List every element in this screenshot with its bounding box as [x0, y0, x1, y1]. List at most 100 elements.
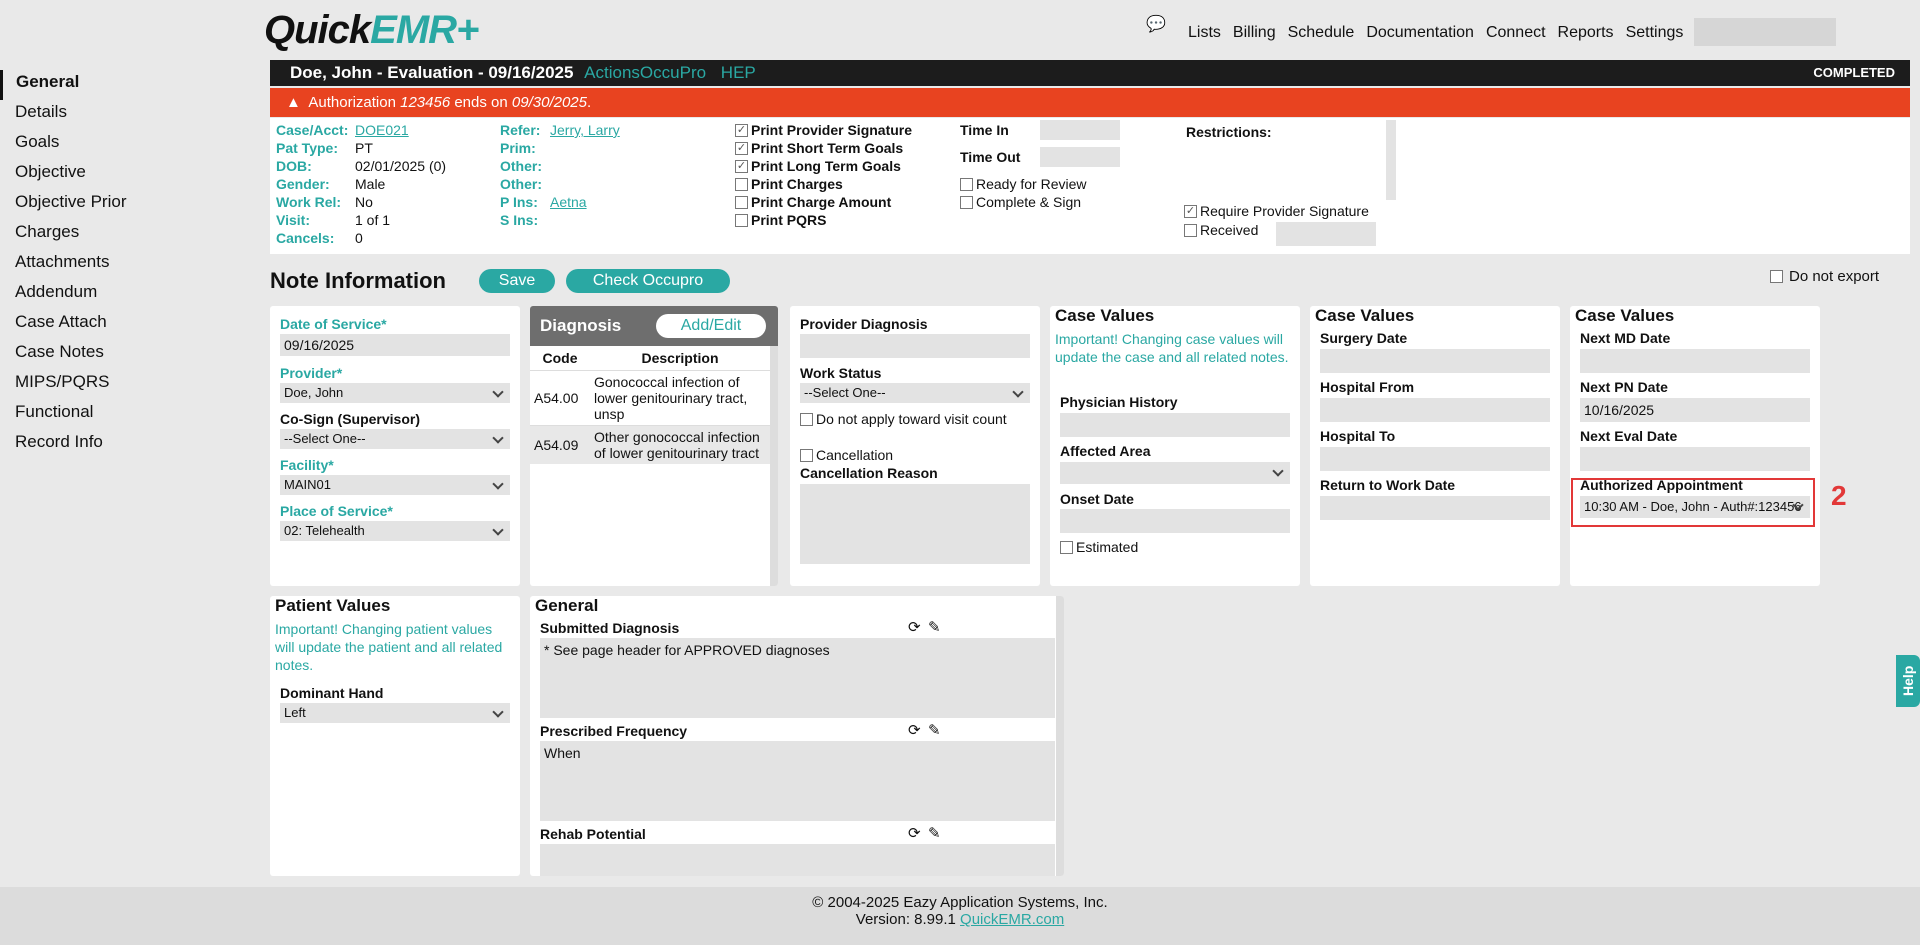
general-section-card: General Submitted Diagnosis ⟳ ✎ * See pa…	[530, 596, 1064, 876]
time-in-label: Time In	[960, 122, 1009, 138]
dob-value: 02/01/2025 (0)	[355, 158, 447, 174]
ready-review-checkbox[interactable]: Ready for Review	[960, 176, 1087, 192]
received-date-input[interactable]	[1276, 222, 1376, 246]
sidebar-item-addendum[interactable]: Addendum	[0, 280, 230, 310]
nav-settings[interactable]: Settings	[1626, 24, 1684, 42]
print-provider-sig-checkbox[interactable]: ✓ Print Provider Signature	[735, 122, 912, 138]
restrictions-scrollbar[interactable]	[1386, 120, 1396, 200]
do-not-export-checkbox[interactable]: Do not export	[1770, 268, 1879, 285]
nav-connect[interactable]: Connect	[1486, 24, 1546, 42]
save-button[interactable]: Save	[479, 269, 555, 293]
pos-select[interactable]: 02: Telehealth	[280, 521, 510, 541]
provider-diag-label: Provider Diagnosis	[800, 316, 928, 332]
actions-link[interactable]: Actions	[584, 63, 640, 82]
hep-link[interactable]: HEP	[721, 63, 756, 82]
cosign-select[interactable]: --Select One--	[280, 429, 510, 449]
sidebar-item-goals[interactable]: Goals	[0, 130, 230, 160]
facility-select[interactable]: MAIN01	[280, 475, 510, 495]
estimated-checkbox[interactable]: Estimated	[1060, 539, 1138, 555]
sidebar-item-case-attach[interactable]: Case Attach	[0, 310, 230, 340]
time-out-input[interactable]	[1040, 147, 1120, 167]
complete-sign-checkbox[interactable]: Complete & Sign	[960, 194, 1081, 210]
next-pn-date-input[interactable]: 10/16/2025	[1580, 398, 1810, 422]
case-link[interactable]: DOE021	[355, 122, 409, 138]
affected-area-select[interactable]	[1060, 462, 1290, 484]
surgery-date-input[interactable]	[1320, 349, 1550, 373]
hospital-from-input[interactable]	[1320, 398, 1550, 422]
next-eval-date-input[interactable]	[1580, 447, 1810, 471]
refresh-icon[interactable]: ⟳	[908, 618, 921, 636]
hospital-to-input[interactable]	[1320, 447, 1550, 471]
col-code: Code	[530, 346, 590, 371]
cancels-value: 0	[355, 230, 363, 246]
rehab-potential-textarea[interactable]	[540, 844, 1055, 876]
app-logo[interactable]: QuickEMR+	[264, 8, 479, 53]
case-values-title-1: Case Values	[1055, 306, 1155, 325]
nav-lists[interactable]: Lists	[1188, 24, 1221, 42]
sidebar-item-objective-prior[interactable]: Objective Prior	[0, 190, 230, 220]
edit-icon[interactable]: ✎	[928, 721, 941, 739]
sidebar-item-functional[interactable]: Functional	[0, 400, 230, 430]
received-checkbox[interactable]: Received	[1184, 222, 1258, 238]
help-tab[interactable]: Help	[1896, 655, 1920, 707]
dob-label: DOB:	[276, 158, 312, 174]
sidebar-item-charges[interactable]: Charges	[0, 220, 230, 250]
refresh-icon[interactable]: ⟳	[908, 721, 921, 739]
print-charges-checkbox[interactable]: Print Charges	[735, 176, 843, 192]
sidebar-item-general[interactable]: General	[0, 70, 230, 100]
edit-icon[interactable]: ✎	[928, 618, 941, 636]
sidebar-item-case-notes[interactable]: Case Notes	[0, 340, 230, 370]
general-section-title: General	[535, 596, 599, 615]
dominant-hand-select[interactable]: Left	[280, 703, 510, 723]
provider-diag-input[interactable]	[800, 334, 1030, 358]
onset-date-input[interactable]	[1060, 509, 1290, 533]
print-pqrs-checkbox[interactable]: Print PQRS	[735, 212, 826, 228]
table-row[interactable]: A54.00 Gonococcal infection of lower geni…	[530, 369, 770, 425]
print-charge-amount-checkbox[interactable]: Print Charge Amount	[735, 194, 891, 210]
occupro-link[interactable]: OccuPro	[640, 63, 706, 82]
time-in-input[interactable]	[1040, 120, 1120, 140]
work-status-select[interactable]: --Select One--	[800, 383, 1030, 403]
require-sig-checkbox[interactable]: ✓ Require Provider Signature	[1184, 203, 1369, 219]
chat-icon[interactable]: 💬	[1146, 14, 1166, 34]
nav-reports[interactable]: Reports	[1558, 24, 1614, 42]
general-scrollbar[interactable]	[1056, 596, 1064, 876]
case-values-card-3: Case Values Next MD Date Next PN Date 10…	[1570, 306, 1820, 586]
cosign-label: Co-Sign (Supervisor)	[280, 411, 421, 427]
check-occupro-button[interactable]: Check Occupro	[566, 269, 730, 293]
sidebar-item-mips-pqrs[interactable]: MIPS/PQRS	[0, 370, 230, 400]
cancellation-checkbox[interactable]: Cancellation	[800, 447, 893, 463]
print-long-goals-checkbox[interactable]: ✓ Print Long Term Goals	[735, 158, 901, 174]
copyright: © 2004-2025 Eazy Application Systems, In…	[812, 894, 1108, 911]
dos-input[interactable]: 09/16/2025	[280, 334, 510, 356]
gender-label: Gender:	[276, 176, 330, 192]
hospital-from-label: Hospital From	[1320, 379, 1415, 395]
dos-label: Date of Service*	[280, 316, 387, 332]
print-short-goals-checkbox[interactable]: ✓ Print Short Term Goals	[735, 140, 903, 156]
submitted-diagnosis-textarea[interactable]: * See page header for APPROVED diagnoses	[540, 638, 1055, 718]
no-visit-count-checkbox[interactable]: Do not apply toward visit count	[800, 411, 1030, 428]
site-link[interactable]: QuickEMR.com	[960, 911, 1064, 928]
pins-link[interactable]: Aetna	[550, 194, 587, 210]
sidebar-item-details[interactable]: Details	[0, 100, 230, 130]
edit-icon[interactable]: ✎	[928, 824, 941, 842]
next-md-date-input[interactable]	[1580, 349, 1810, 373]
prescribed-frequency-label: Prescribed Frequency	[540, 723, 688, 739]
add-edit-diagnosis-button[interactable]: Add/Edit	[656, 314, 766, 338]
return-to-work-input[interactable]	[1320, 496, 1550, 520]
nav-schedule[interactable]: Schedule	[1288, 24, 1355, 42]
nav-billing[interactable]: Billing	[1233, 24, 1276, 42]
sidebar-item-record-info[interactable]: Record Info	[0, 430, 230, 460]
sidebar-item-objective[interactable]: Objective	[0, 160, 230, 190]
prescribed-frequency-textarea[interactable]: When	[540, 741, 1055, 821]
physician-history-input[interactable]	[1060, 413, 1290, 437]
refer-link[interactable]: Jerry, Larry	[550, 122, 620, 138]
refresh-icon[interactable]: ⟳	[908, 824, 921, 842]
cancel-reason-textarea[interactable]	[800, 484, 1030, 564]
sidebar-item-attachments[interactable]: Attachments	[0, 250, 230, 280]
provider-select[interactable]: Doe, John	[280, 383, 510, 403]
diagnosis-scrollbar[interactable]	[770, 346, 778, 586]
table-row[interactable]: A54.09 Other gonococcal infection of lowe…	[530, 424, 770, 464]
user-menu[interactable]	[1694, 18, 1836, 46]
nav-documentation[interactable]: Documentation	[1366, 24, 1474, 42]
